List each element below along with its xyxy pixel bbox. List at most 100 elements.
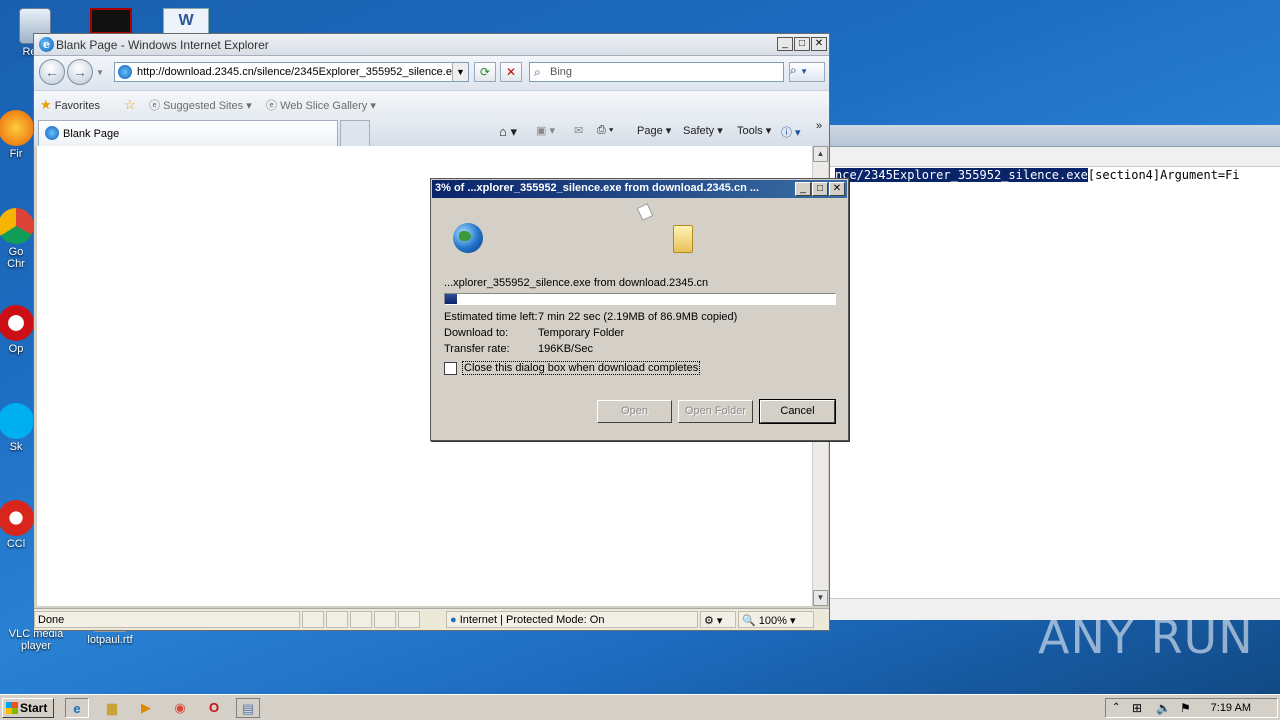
favorites-button[interactable]: ★ Favorites [40,97,100,113]
taskbar: Start e ▆ ▶ ◉ O ▤ ⌃ ⊞ 🔈 ⚑ 7:19 AM [0,694,1280,720]
zoom-button[interactable]: 🔍 100% ▾ [738,611,814,628]
download-to-row: Download to: Temporary Folder [444,327,624,339]
background-window-titlebar[interactable] [827,125,1280,147]
forward-button[interactable]: → [67,59,93,85]
ie-statusbar: Done ● Internet | Protected Mode: On ⚙ ▾… [34,608,829,630]
taskbar-chrome-icon[interactable]: ◉ [168,698,192,718]
desktop-icon-label: CCl [6,538,26,550]
acrobat-icon[interactable] [90,8,132,34]
taskbar-notepad-icon[interactable]: ▤ [236,698,260,718]
unselected-text: [section4]Argument=Fi [1087,168,1240,182]
firefox-icon [0,110,34,146]
desktop-icon-label: Op [8,343,24,355]
word-icon[interactable]: W [163,8,209,34]
maximize-button[interactable]: □ [794,37,810,51]
home-button[interactable]: ⌂ ▾ [499,124,517,140]
ie-navigation-bar: ← → ▼ http://download.2345.cn/silence/23… [34,56,829,90]
help-button[interactable]: ⓘ ▾ [781,124,801,140]
show-hidden-icons-icon[interactable]: ⌃ [1112,702,1120,713]
volume-icon[interactable]: 🔈 [1156,701,1171,715]
tab-row: Blank Page ⌂ ▾ ▣ ▾ ✉ ⎙ ▾ Page ▾ Safety ▾… [34,116,829,146]
read-mail-button[interactable]: ✉ [574,124,583,137]
refresh-button[interactable]: ⟳ [474,62,496,82]
dialog-minimize-button[interactable]: _ [795,182,811,196]
dialog-close-button[interactable]: ✕ [829,182,845,196]
search-button[interactable]: ⌕ ▼ [789,62,825,82]
status-text-value: Done [38,614,65,626]
download-to-label: Download to: [444,327,509,339]
chrome-icon [0,208,34,244]
safety-menu[interactable]: Safety ▾ [683,124,723,137]
tab-page-icon [45,126,59,140]
minimize-button[interactable]: _ [777,37,793,51]
start-button[interactable]: Start [2,698,54,718]
security-zone[interactable]: ● Internet | Protected Mode: On [446,611,698,628]
page-menu[interactable]: Page ▾ [637,124,671,137]
desktop-icon-label: VLC media player [8,628,64,652]
web-slice-gallery-link[interactable]: ⓔ Web Slice Gallery ▾ [266,97,376,113]
tab-blank-page[interactable]: Blank Page [38,120,338,146]
safety-menu-label: Safety [683,125,715,137]
download-dialog-titlebar[interactable]: 3% of ...xplorer_355952_silence.exe from… [432,180,847,198]
status-pane [350,611,372,628]
suggested-sites-link[interactable]: ⓔ Suggested Sites ▾ [149,97,252,113]
transfer-rate-row: Transfer rate: 196KB/Sec [444,343,593,355]
protected-mode-button[interactable]: ⚙ ▾ [700,611,736,628]
dialog-maximize-button[interactable]: □ [812,182,828,196]
taskbar-explorer-icon[interactable]: ▆ [100,698,124,718]
close-button[interactable]: ✕ [811,37,827,51]
estimated-time-value: 7 min 22 sec (2.19MB of 86.9MB copied) [538,311,738,323]
ie-window-title: Blank Page - Windows Internet Explorer [56,38,269,52]
close-when-complete-label[interactable]: Close this dialog box when download comp… [462,361,701,375]
taskbar-media-player-icon[interactable]: ▶ [134,698,158,718]
open-button[interactable]: Open [597,400,672,423]
tools-menu-label: Tools [737,125,763,137]
download-dialog-title: 3% of ...xplorer_355952_silence.exe from… [435,182,760,194]
taskbar-clock[interactable]: 7:19 AM [1211,702,1251,714]
download-dialog: 3% of ...xplorer_355952_silence.exe from… [430,178,849,441]
search-input[interactable]: ⌕ Bing [529,62,784,82]
zone-label: Internet | Protected Mode: On [459,614,605,626]
tools-menu[interactable]: Tools ▾ [737,124,771,137]
estimated-time-label: Estimated time left: [444,311,538,323]
windows-logo-icon [6,702,18,714]
ie-titlebar[interactable]: e Blank Page - Windows Internet Explorer… [34,34,829,56]
address-dropdown-icon[interactable]: ▼ [452,63,468,81]
search-icon: ⌕ [790,63,797,77]
network-icon[interactable]: ⊞ [1132,701,1142,715]
page-icon [118,65,132,79]
scroll-down-icon[interactable]: ▼ [813,590,828,606]
skype-icon [0,403,34,439]
flying-paper-icon [636,203,654,221]
desktop-icon-vlc[interactable]: VLC media player [5,628,67,652]
chevron-more-icon[interactable]: » [816,120,822,132]
desktop-icon-label: Go Chr [7,246,25,270]
address-bar[interactable]: http://download.2345.cn/silence/2345Expl… [114,62,469,82]
close-when-complete-checkbox[interactable] [444,362,457,375]
background-text-window[interactable]: nce/2345Explorer_355952_silence.exe[sect… [826,125,1280,620]
taskbar-opera-icon[interactable]: O [202,698,226,718]
desktop-icon-label: lotpaul.rtf [87,634,133,646]
desktop-icon-label: Sk [9,441,23,453]
background-window-text: nce/2345Explorer_355952_silence.exe[sect… [835,168,1240,182]
back-button[interactable]: ← [39,59,65,85]
feeds-button[interactable]: ▣ ▾ [536,124,555,137]
page-menu-label: Page [637,125,663,137]
taskbar-ie-icon[interactable]: e [65,698,89,718]
print-button[interactable]: ⎙ ▾ [597,124,613,137]
open-folder-button[interactable]: Open Folder [678,400,753,423]
recent-pages-dropdown-icon[interactable]: ▼ [96,68,104,77]
add-to-favorites-bar-icon[interactable]: ☆ [124,97,136,113]
download-progress-bar [444,293,836,305]
cancel-button[interactable]: Cancel [759,399,836,424]
new-tab-button[interactable] [340,120,370,146]
action-center-flag-icon[interactable]: ⚑ [1180,701,1191,715]
transfer-rate-label: Transfer rate: [444,343,510,355]
stop-button[interactable]: ✕ [500,62,522,82]
dialog-window-controls: _ □ ✕ [795,182,845,196]
search-options-chevron-icon[interactable]: ▼ [800,67,808,76]
selected-text: nce/2345Explorer_355952_silence.exe [835,168,1088,182]
status-text: Done [34,611,300,628]
scroll-up-icon[interactable]: ▲ [813,146,828,162]
status-pane [398,611,420,628]
